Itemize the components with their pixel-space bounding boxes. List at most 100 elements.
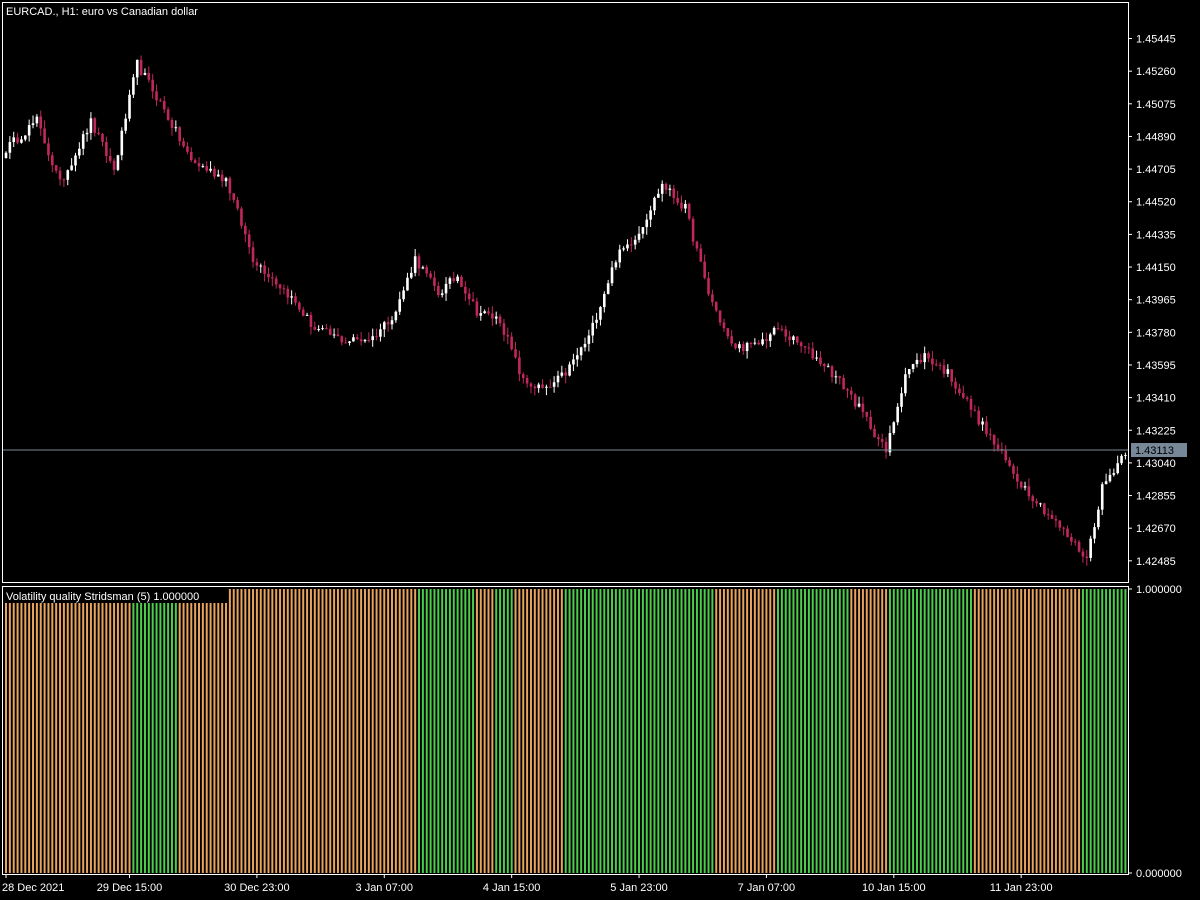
candle-body bbox=[166, 109, 170, 120]
candle-body bbox=[533, 386, 537, 389]
candle-body bbox=[695, 241, 699, 249]
candle-body bbox=[884, 441, 888, 453]
volatility-bar bbox=[618, 589, 621, 873]
candle-body bbox=[610, 267, 614, 284]
candle-body bbox=[888, 433, 892, 453]
chart-title: EURCAD., H1: euro vs Canadian dollar bbox=[6, 6, 198, 18]
candle-body bbox=[197, 163, 201, 167]
volatility-bar bbox=[140, 589, 143, 873]
candle-body bbox=[81, 134, 85, 149]
volatility-bar bbox=[394, 589, 397, 873]
volatility-bar bbox=[421, 589, 424, 873]
time-tick-label: 4 Jan 15:00 bbox=[483, 882, 541, 894]
volatility-bar bbox=[645, 589, 648, 873]
price-chart bbox=[2, 55, 1128, 566]
volatility-bar bbox=[363, 589, 366, 873]
candle-body bbox=[425, 267, 429, 274]
volatility-bar bbox=[692, 589, 695, 873]
volatility-bar bbox=[414, 589, 417, 873]
candle-body bbox=[973, 409, 977, 411]
volatility-bar bbox=[576, 589, 579, 873]
volatility-bar bbox=[136, 589, 139, 873]
candle-body bbox=[305, 314, 309, 316]
candle-body bbox=[850, 390, 853, 395]
candle-body bbox=[217, 174, 220, 177]
volatility-bar bbox=[773, 589, 776, 873]
candle-body bbox=[846, 389, 849, 391]
candle-body bbox=[1062, 527, 1065, 529]
time-tick-label: 3 Jan 07:00 bbox=[356, 882, 414, 894]
volatility-bar bbox=[572, 589, 575, 873]
volatility-bar bbox=[425, 589, 428, 873]
candle-body bbox=[718, 310, 722, 323]
volatility-bar bbox=[344, 589, 347, 873]
candle-body bbox=[618, 249, 622, 263]
candle-body bbox=[568, 364, 571, 376]
candle-body bbox=[552, 382, 556, 387]
volatility-bar bbox=[684, 589, 687, 873]
candle-body bbox=[1035, 501, 1038, 504]
candle-body bbox=[328, 328, 332, 335]
volatility-bar bbox=[676, 589, 679, 873]
volatility-bar bbox=[900, 589, 903, 873]
price-tick-label: 1.43780 bbox=[1136, 327, 1176, 339]
candle-body bbox=[128, 94, 131, 119]
candle-body bbox=[1085, 556, 1089, 558]
candle-body bbox=[510, 336, 513, 350]
candle-body bbox=[691, 218, 695, 242]
candle-body bbox=[525, 378, 529, 384]
indicator-chart bbox=[5, 589, 1127, 873]
volatility-bar bbox=[657, 589, 660, 873]
volatility-bar bbox=[178, 589, 181, 873]
candle-body bbox=[274, 278, 278, 285]
volatility-bar bbox=[1116, 589, 1119, 873]
volatility-bar bbox=[120, 589, 123, 873]
volatility-bar bbox=[939, 589, 942, 873]
volatility-bar bbox=[406, 589, 409, 873]
volatility-bar bbox=[935, 589, 938, 873]
volatility-bar bbox=[711, 589, 714, 873]
candle-body bbox=[467, 293, 471, 300]
current-price-label: 1.43113 bbox=[1135, 445, 1174, 457]
volatility-bar bbox=[553, 589, 556, 873]
volatility-bar bbox=[1108, 589, 1111, 873]
candle-body bbox=[155, 91, 158, 101]
candle-body bbox=[325, 328, 328, 330]
candle-body bbox=[429, 273, 432, 278]
candle-body bbox=[911, 364, 915, 369]
candle-body bbox=[124, 118, 127, 131]
candle-body bbox=[857, 403, 861, 407]
volatility-bar bbox=[904, 589, 907, 873]
volatility-bar bbox=[522, 589, 525, 873]
candle-body bbox=[819, 357, 822, 365]
volatility-bar bbox=[807, 589, 810, 873]
volatility-bar bbox=[186, 589, 189, 873]
volatility-bar bbox=[765, 589, 768, 873]
volatility-bar bbox=[1093, 589, 1096, 873]
candle-body bbox=[560, 372, 564, 376]
volatility-bar bbox=[680, 589, 683, 873]
volatility-bar bbox=[116, 589, 119, 873]
candle-body bbox=[676, 197, 679, 203]
volatility-bar bbox=[1105, 589, 1108, 873]
indicator-tick-label: 0.000000 bbox=[1136, 868, 1182, 880]
volatility-bar bbox=[506, 589, 509, 873]
volatility-bar bbox=[487, 589, 490, 873]
candle-body bbox=[653, 197, 656, 211]
candle-body bbox=[734, 343, 737, 349]
time-tick-label: 30 Dec 23:00 bbox=[224, 882, 289, 894]
candle-body bbox=[301, 309, 305, 316]
volatility-bar bbox=[1112, 589, 1115, 873]
volatility-bar bbox=[719, 589, 722, 873]
volatility-bar bbox=[39, 589, 42, 873]
volatility-bar bbox=[441, 589, 444, 873]
volatility-bar bbox=[564, 589, 567, 873]
volatility-bar bbox=[147, 589, 150, 873]
volatility-bar bbox=[595, 589, 598, 873]
volatility-bar bbox=[614, 589, 617, 873]
candle-body bbox=[116, 155, 120, 170]
volatility-bar bbox=[89, 589, 92, 873]
candle-body bbox=[915, 359, 919, 365]
volatility-bar bbox=[352, 589, 355, 873]
candle-body bbox=[1054, 519, 1058, 521]
